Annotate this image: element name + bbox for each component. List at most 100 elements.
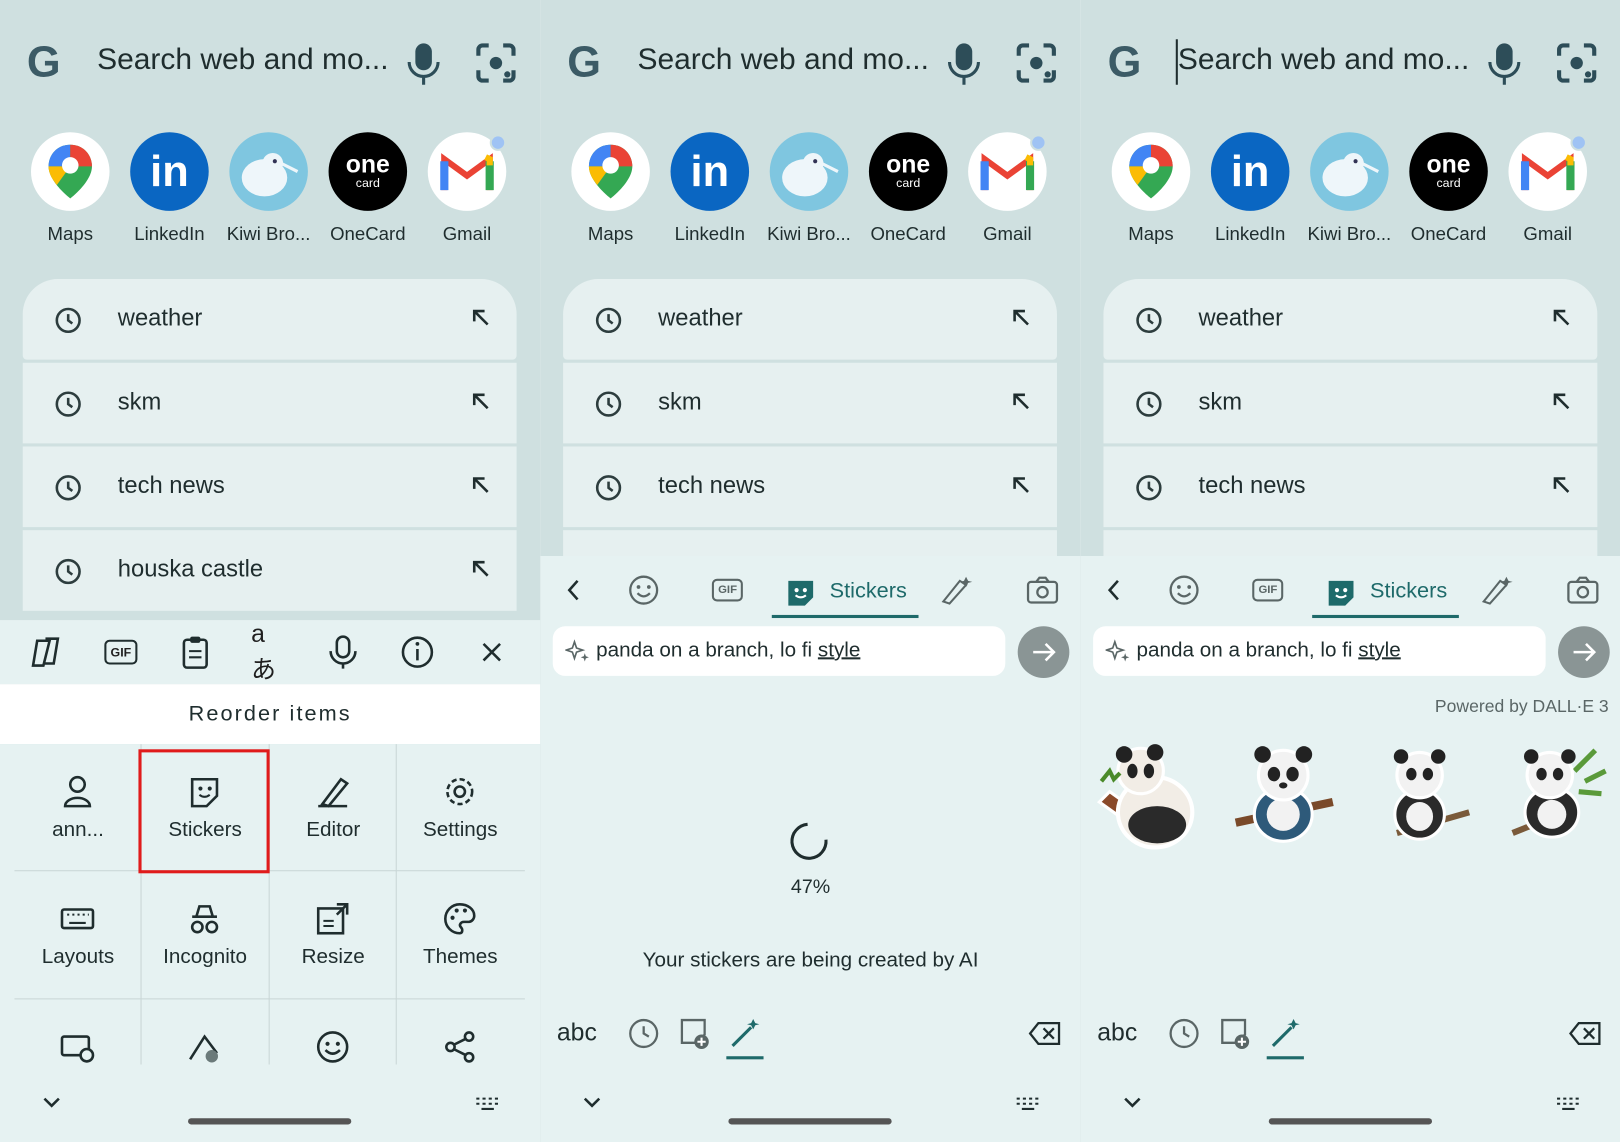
home-indicator[interactable]: [728, 1118, 892, 1125]
insert-arrow-icon[interactable]: [1552, 475, 1571, 494]
panda-sticker[interactable]: [1366, 740, 1480, 856]
app-linkedin[interactable]: in LinkedIn: [1201, 132, 1300, 245]
camera-icon[interactable]: [1566, 575, 1599, 606]
app-kiwi[interactable]: Kiwi Bro...: [219, 132, 318, 245]
clipboard-icon[interactable]: [177, 635, 214, 670]
mic-icon[interactable]: [324, 635, 361, 670]
emoji-kitchen-icon[interactable]: [1480, 575, 1515, 606]
history-item[interactable]: skm: [1103, 362, 1598, 444]
recent-icon[interactable]: [627, 1017, 660, 1050]
submit-button[interactable]: [1017, 626, 1070, 678]
keyboard-switch-icon[interactable]: [1554, 1096, 1583, 1113]
menu-item-settings[interactable]: Settings: [397, 744, 524, 870]
menu-item-account[interactable]: ann...: [14, 744, 141, 870]
emoji-icon[interactable]: [627, 575, 660, 606]
app-onecard[interactable]: one card OneCard: [859, 132, 958, 245]
google-lens-icon[interactable]: [1555, 41, 1598, 84]
chevron-down-icon[interactable]: [1122, 1096, 1143, 1110]
search-input[interactable]: Search web and mo...: [97, 43, 388, 77]
gif-tab[interactable]: GIF: [711, 575, 744, 606]
camera-icon[interactable]: [1026, 575, 1059, 606]
google-lens-icon[interactable]: [474, 41, 517, 84]
sticker-add-icon[interactable]: [1219, 1017, 1252, 1050]
keyboard-switch-icon[interactable]: [1014, 1096, 1043, 1113]
app-onecard[interactable]: one card OneCard: [1399, 132, 1498, 245]
mic-icon[interactable]: [1486, 41, 1523, 86]
chevron-down-icon[interactable]: [582, 1096, 603, 1110]
gif-tab[interactable]: GIF: [1252, 575, 1284, 606]
app-kiwi[interactable]: Kiwi Bro...: [1300, 132, 1399, 245]
tab-stickers[interactable]: Stickers: [1312, 570, 1459, 619]
app-maps[interactable]: Maps: [561, 132, 660, 245]
insert-arrow-icon[interactable]: [1552, 308, 1571, 327]
app-gmail[interactable]: Gmail: [958, 132, 1057, 245]
menu-item-editor[interactable]: Editor: [270, 744, 397, 870]
app-kiwi[interactable]: Kiwi Bro...: [759, 132, 858, 245]
magic-wand-icon[interactable]: [728, 1017, 761, 1050]
insert-arrow-icon[interactable]: [471, 392, 490, 411]
emoji-kitchen-icon[interactable]: [939, 575, 974, 606]
history-item[interactable]: houska castle: [22, 530, 517, 611]
mic-icon[interactable]: [945, 41, 982, 86]
panda-sticker[interactable]: [1095, 740, 1209, 856]
menu-item-incognito[interactable]: Incognito: [142, 871, 269, 997]
app-maps[interactable]: Maps: [1101, 132, 1200, 245]
insert-arrow-icon[interactable]: [1012, 392, 1031, 411]
panda-sticker[interactable]: [1502, 740, 1616, 856]
gif-icon[interactable]: GIF: [102, 635, 139, 670]
abc-button[interactable]: abc: [557, 1019, 597, 1048]
abc-button[interactable]: abc: [1097, 1019, 1137, 1048]
sticker-prompt-input[interactable]: panda on a branch, lo fi style: [1093, 626, 1546, 676]
search-input[interactable]: Search web and mo...: [637, 43, 928, 77]
sticker-prompt-input[interactable]: panda on a branch, lo fi style: [552, 626, 1006, 676]
info-icon[interactable]: [399, 635, 436, 670]
translate-icon[interactable]: aあ: [251, 620, 288, 684]
app-onecard[interactable]: one card OneCard: [318, 132, 417, 245]
search-input[interactable]: Search web and mo...: [1178, 43, 1469, 77]
history-item[interactable]: weather: [22, 279, 517, 360]
menu-item-handwriting[interactable]: [142, 999, 269, 1125]
app-gmail[interactable]: Gmail: [1498, 132, 1597, 245]
back-icon[interactable]: [1103, 575, 1124, 606]
search-bar[interactable]: G Search web and mo...: [540, 21, 1080, 104]
close-icon[interactable]: [473, 635, 510, 670]
home-indicator[interactable]: [188, 1118, 352, 1125]
google-lens-icon[interactable]: [1015, 41, 1058, 84]
history-item[interactable]: weather: [1103, 279, 1598, 360]
emoji-icon[interactable]: [1168, 575, 1201, 606]
search-bar[interactable]: G Search web and mo...: [1081, 21, 1620, 104]
insert-arrow-icon[interactable]: [471, 475, 490, 494]
chevron-down-icon[interactable]: [41, 1096, 62, 1110]
insert-arrow-icon[interactable]: [471, 559, 490, 578]
insert-arrow-icon[interactable]: [1552, 392, 1571, 411]
keyboard-switch-icon[interactable]: [473, 1096, 502, 1113]
app-maps[interactable]: Maps: [21, 132, 120, 245]
reorder-items-header[interactable]: Reorder items: [0, 684, 541, 745]
copilot-icon[interactable]: [29, 635, 66, 670]
magic-wand-icon[interactable]: [1269, 1017, 1302, 1050]
history-item[interactable]: weather: [563, 279, 1057, 360]
back-icon[interactable]: [563, 575, 584, 606]
history-item[interactable]: tech news: [563, 446, 1057, 528]
backspace-icon[interactable]: [1568, 1017, 1601, 1050]
submit-button[interactable]: [1558, 626, 1610, 678]
insert-arrow-icon[interactable]: [1012, 308, 1031, 327]
insert-arrow-icon[interactable]: [471, 308, 490, 327]
menu-item-resize[interactable]: Resize: [270, 871, 397, 997]
tab-stickers[interactable]: Stickers: [771, 570, 919, 619]
menu-item-share[interactable]: [397, 999, 524, 1125]
search-bar[interactable]: G Search web and mo...: [0, 21, 540, 104]
app-linkedin[interactable]: in LinkedIn: [660, 132, 759, 245]
menu-item-emoji[interactable]: [270, 999, 397, 1125]
recent-icon[interactable]: [1168, 1017, 1201, 1050]
backspace-icon[interactable]: [1028, 1017, 1061, 1050]
app-gmail[interactable]: Gmail: [417, 132, 516, 245]
app-linkedin[interactable]: in LinkedIn: [120, 132, 219, 245]
menu-item-layouts[interactable]: Layouts: [14, 871, 141, 997]
history-item[interactable]: tech news: [22, 446, 517, 528]
home-indicator[interactable]: [1268, 1118, 1433, 1125]
insert-arrow-icon[interactable]: [1012, 475, 1031, 494]
history-item[interactable]: skm: [563, 362, 1057, 444]
menu-item-themes[interactable]: Themes: [397, 871, 524, 997]
panda-sticker[interactable]: [1230, 740, 1344, 856]
